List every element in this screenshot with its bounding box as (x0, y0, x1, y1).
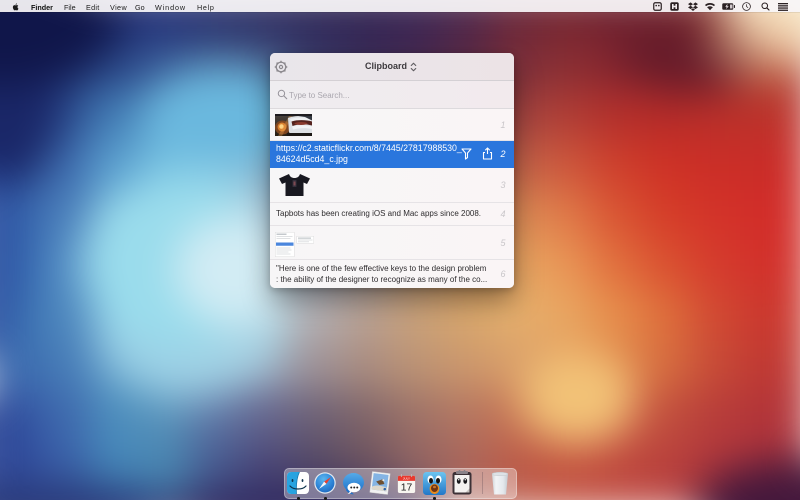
svg-text:JULY: JULY (403, 476, 410, 480)
svg-text:17: 17 (401, 482, 413, 493)
